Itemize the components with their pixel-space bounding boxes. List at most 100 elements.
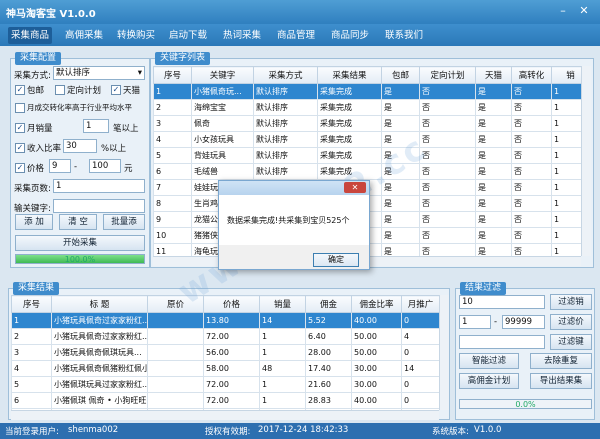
dialog-message: 数据采集完成!共采集到宝贝525个 — [227, 216, 350, 225]
price-min-input[interactable]: 9 — [49, 159, 71, 173]
keyword-cell: 9 — [153, 211, 192, 228]
method-select[interactable]: 默认排序 ▾ — [53, 66, 145, 80]
filter-sales-button[interactable]: 过滤销 — [550, 294, 592, 310]
keyword-col-header[interactable]: 定向计划 — [419, 66, 476, 84]
filter-keyword-button[interactable]: 过滤键 — [550, 334, 592, 350]
close-icon[interactable]: ✕ — [576, 3, 592, 19]
table-row[interactable]: 2 小猪玩具佩奇过家家粉红... 72.00 1 6.40 50.00 4 — [11, 328, 439, 345]
result-col-header[interactable]: 序号 — [11, 295, 52, 313]
table-row[interactable]: 6 小猪佩琪 佩奇 • 小狗旺旺... 72.00 1 28.83 40.00 0 — [11, 392, 439, 409]
dedup-button[interactable]: 去除重复 — [530, 353, 592, 369]
checkbox-ratio[interactable]: ✓ — [15, 143, 25, 153]
result-col-header[interactable]: 标 题 — [51, 295, 148, 313]
table-row[interactable]: 1 小猪玩具佩奇过家家粉红... 13.80 14 5.52 40.00 0 — [11, 312, 439, 329]
table-row[interactable]: 3 小猪玩具佩奇佩琪玩具... 56.00 1 28.00 50.00 0 — [11, 344, 439, 361]
result-col-header[interactable]: 原价 — [147, 295, 204, 313]
dialog-ok-button[interactable]: 确定 — [313, 253, 359, 267]
export-results-button[interactable]: 导出结果集 — [530, 373, 592, 389]
smart-filter-button[interactable]: 智能过滤 — [459, 353, 519, 369]
add-button[interactable]: 添 加 — [15, 214, 53, 230]
filter-price-min-input[interactable]: 1 — [459, 315, 491, 329]
table-row[interactable]: 6 毛绒兽 默认排序 采集完成是否是否 1 — [153, 163, 581, 180]
table-row[interactable]: 4 小猪玩具佩奇佩猪粉红佩小... 58.00 48 17.40 30.00 14 — [11, 360, 439, 377]
batch-add-button[interactable]: 批量添 — [103, 214, 145, 230]
checkbox-tianmao[interactable]: ✓ — [111, 85, 121, 95]
table-row[interactable]: 5 背娃玩具 默认排序 采集完成是否是否 1 — [153, 147, 581, 164]
menu-contact[interactable]: 联系我们 — [382, 27, 426, 44]
result-cell: 72.00 — [203, 376, 260, 393]
menu-convert-buy[interactable]: 转换购买 — [114, 27, 158, 44]
table-row[interactable]: 4 小女孩玩具 默认排序 采集完成是否是否 1 — [153, 131, 581, 148]
keyword-vscroll[interactable] — [581, 66, 591, 256]
collect-progress: 100.0% — [15, 254, 145, 264]
status-bar: 当前登录用户: shenma002 授权有效期: 2017-12-24 18:4… — [0, 423, 600, 439]
keyword-col-header[interactable]: 包邮 — [381, 66, 420, 84]
high-commission-plan-button[interactable]: 高佣金计划 — [459, 373, 519, 389]
result-cell: 1 — [259, 344, 306, 361]
pages-input[interactable]: 1 — [53, 179, 145, 193]
result-col-header[interactable]: 佣金 — [305, 295, 352, 313]
menu-collect-goods[interactable]: 采集商品 — [8, 27, 53, 44]
table-row[interactable]: 1 小猪佩奇玩... 默认排序 采集完成是否是否 1 — [153, 83, 581, 100]
clear-button[interactable]: 清 空 — [59, 214, 97, 230]
start-collect-button[interactable]: 开始采集 — [15, 235, 145, 251]
ratio-input[interactable]: 30 — [63, 139, 97, 153]
collect-progress-text: 100.0% — [64, 255, 96, 264]
keyword-cell: 否 — [511, 83, 552, 100]
keyword-cell: 采集完成 — [317, 99, 382, 116]
checkbox-baoyou[interactable]: ✓ — [15, 85, 25, 95]
filter-price-button[interactable]: 过滤价 — [550, 314, 592, 330]
filter-price-max-input[interactable]: 99999 — [502, 315, 545, 329]
menu-start-download[interactable]: 启动下载 — [166, 27, 210, 44]
keyword-cell: 默认排序 — [253, 83, 318, 100]
keyword-col-header[interactable]: 关键字 — [191, 66, 254, 84]
keyword-cell: 6 — [153, 163, 192, 180]
table-row[interactable]: 3 佩奇 默认排序 采集完成是否是否 1 — [153, 115, 581, 132]
result-col-header[interactable]: 月推广 — [401, 295, 439, 313]
month-sales-input[interactable]: 1 — [83, 119, 109, 133]
checkbox-price[interactable]: ✓ — [15, 163, 25, 173]
menu-goods-manage[interactable]: 商品管理 — [274, 27, 318, 44]
price-max-input[interactable]: 100 — [89, 159, 121, 173]
tianmao-label: 天猫 — [123, 86, 141, 96]
checkbox-dingxiang[interactable] — [55, 85, 65, 95]
minimize-icon[interactable]: – — [555, 3, 571, 19]
checkbox-month-avg[interactable] — [15, 103, 25, 113]
keyword-col-header[interactable]: 高转化 — [511, 66, 552, 84]
result-cell: 小猪玩具佩奇佩琪玩具... — [51, 344, 148, 361]
keyword-cell: 否 — [419, 227, 476, 244]
filter-sales-input[interactable]: 10 — [459, 295, 545, 309]
keyword-label: 输关键字: — [14, 204, 51, 214]
result-cell: 小猪佩琪玩具过家家粉红... — [51, 376, 148, 393]
results-vscroll[interactable] — [439, 295, 449, 410]
table-row[interactable]: 5 小猪佩琪玩具过家家粉红... 72.00 1 21.60 30.00 0 — [11, 376, 439, 393]
menu-goods-sync[interactable]: 商品同步 — [328, 27, 372, 44]
results-hscroll[interactable] — [11, 410, 439, 420]
keyword-cell: 采集完成 — [317, 147, 382, 164]
result-col-header[interactable]: 价格 — [203, 295, 260, 313]
result-cell: 小猪玩具佩奇过家家粉红... — [51, 328, 148, 345]
result-col-header[interactable]: 佣金比率 — [351, 295, 402, 313]
keyword-cell: 背娃玩具 — [191, 147, 254, 164]
result-cell: 28.00 — [305, 344, 352, 361]
keyword-cell: 是 — [381, 131, 420, 148]
keyword-cell: 采集完成 — [317, 163, 382, 180]
keyword-col-header[interactable]: 销 — [551, 66, 581, 84]
keyword-input[interactable] — [53, 199, 145, 213]
menu-hotword[interactable]: 热词采集 — [220, 27, 264, 44]
keyword-col-header[interactable]: 采集方式 — [253, 66, 318, 84]
keyword-col-header[interactable]: 天猫 — [475, 66, 512, 84]
month-avg-label: 月成交转化率高于行业平均水平 — [27, 103, 132, 112]
menu-high-commission[interactable]: 高佣采集 — [62, 27, 106, 44]
table-row[interactable]: 2 海绵宝宝 默认排序 采集完成是否是否 1 — [153, 99, 581, 116]
filter-keyword-input[interactable] — [459, 335, 545, 349]
keyword-cell: 默认排序 — [253, 163, 318, 180]
keyword-col-header[interactable]: 采集结果 — [317, 66, 382, 84]
keyword-cell: 1 — [551, 131, 581, 148]
result-cell — [147, 328, 204, 345]
dialog-close-icon[interactable]: ✕ — [344, 182, 366, 193]
keyword-col-header[interactable]: 序号 — [153, 66, 192, 84]
keyword-cell: 是 — [381, 179, 420, 196]
result-col-header[interactable]: 销量 — [259, 295, 306, 313]
checkbox-month-sales[interactable]: ✓ — [15, 123, 25, 133]
